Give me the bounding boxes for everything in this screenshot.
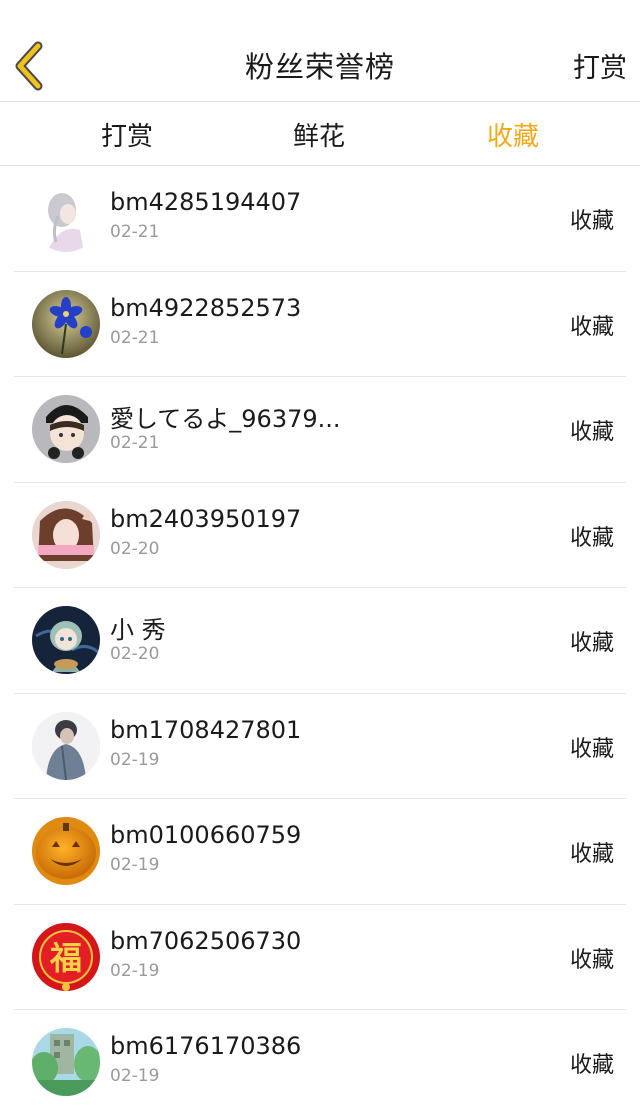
list-item[interactable]: 小 秀 02-20 收藏 [14,588,626,694]
avatar [32,395,100,463]
fan-action: 收藏 [569,842,614,867]
avatar [32,500,100,569]
fan-name: bm6176170386 [110,1032,302,1060]
list-item[interactable]: bm2403950197 02-20 收藏 [14,483,626,588]
tab-bar: 打赏 鲜花 收藏 [0,102,640,166]
svg-text:福: 福 [49,939,82,977]
fan-action: 收藏 [569,209,614,234]
list-item[interactable]: 愛してるよ_96379... 02-21 收藏 [14,377,626,483]
fan-action: 收藏 [569,420,614,445]
fan-action: 收藏 [569,1053,614,1078]
list-item[interactable]: 福 bm7062506730 02-19 收藏 [14,905,626,1010]
fan-name: bm2403950197 [110,504,302,533]
fan-date: 02-19 [110,749,160,770]
fan-date: 02-19 [110,960,160,981]
fan-action: 收藏 [569,314,614,340]
page-title: 粉丝荣誉榜 [244,50,395,84]
avatar: 福 [32,922,100,991]
fan-date: 02-21 [110,327,160,348]
avatar [32,817,100,885]
fan-action: 收藏 [569,525,614,551]
list-item[interactable]: bm6176170386 02-19 收藏 [14,1010,626,1110]
fan-action: 收藏 [569,947,614,973]
fan-date: 02-19 [110,1066,160,1086]
fan-name: 愛してるよ_96379... [110,405,341,433]
fan-action: 收藏 [569,736,614,762]
nav-bar: 粉丝荣誉榜 打赏 [0,0,640,102]
fan-name: bm0100660759 [110,821,302,849]
avatar [32,711,100,780]
fan-action: 收藏 [569,631,614,656]
tab-reward[interactable]: 打赏 [101,116,153,153]
list-item[interactable]: bm1708427801 02-19 收藏 [14,694,626,799]
reward-button[interactable]: 打赏 [573,46,627,85]
fan-name: bm4922852573 [110,293,302,322]
list-item[interactable]: bm0100660759 02-19 收藏 [14,799,626,905]
avatar [32,606,100,674]
fan-date: 02-21 [110,222,160,242]
list-item[interactable]: bm4285194407 02-21 收藏 [14,166,626,272]
avatar [32,1028,100,1096]
avatar [32,184,100,252]
tab-flowers[interactable]: 鲜花 [293,116,345,153]
fan-name: 小 秀 [110,616,166,644]
tab-collect[interactable]: 收藏 [487,116,539,153]
fan-date: 02-19 [110,855,160,875]
fan-date: 02-20 [110,538,160,559]
fan-date: 02-20 [110,644,160,664]
avatar [32,289,100,358]
fan-list: bm4285194407 02-21 收藏 bm4922852573 02-21… [0,166,640,1110]
fan-name: bm4285194407 [110,188,302,216]
fan-date: 02-21 [110,433,160,453]
fan-name: bm7062506730 [110,926,302,955]
list-item[interactable]: bm4922852573 02-21 收藏 [14,272,626,377]
fan-name: bm1708427801 [110,715,302,744]
